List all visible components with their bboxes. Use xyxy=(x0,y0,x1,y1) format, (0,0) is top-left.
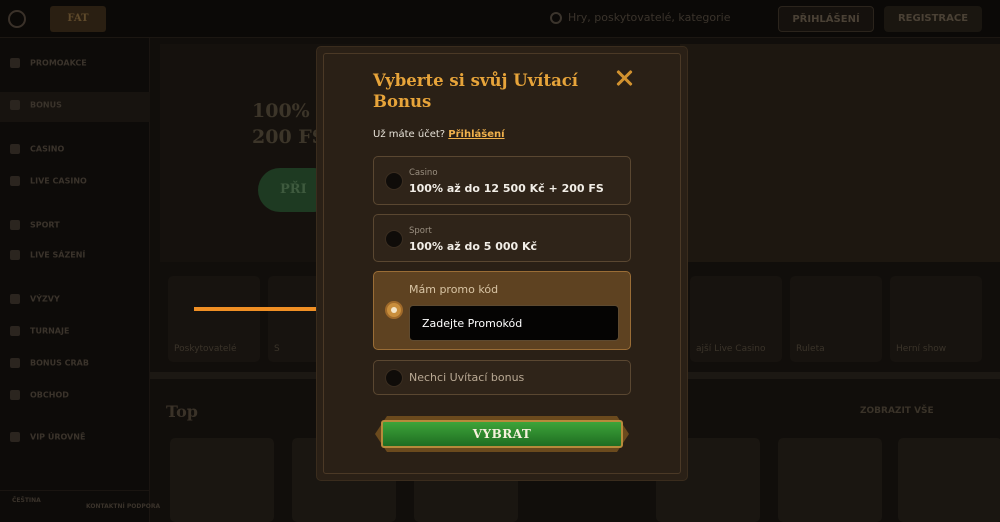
crab-icon xyxy=(10,358,20,368)
submit-button-container: VYBRAT xyxy=(375,416,629,452)
login-label: PŘIHLÁŠENÍ xyxy=(792,14,860,25)
radio-button[interactable] xyxy=(385,230,403,248)
modal-frame xyxy=(323,53,681,474)
sidebar-item-label: VÝZVY xyxy=(30,294,60,304)
category-label: Herní show xyxy=(896,344,947,354)
sidebar-item-live-betting[interactable]: LIVE SÁZENÍ xyxy=(10,250,85,266)
search-icon xyxy=(550,12,562,24)
sidebar-item-label: BONUS xyxy=(30,100,62,110)
sidebar-item-label: VIP ÚROVNĚ xyxy=(30,432,86,442)
contact-support[interactable]: KONTAKTNÍ PODPORA xyxy=(86,503,160,519)
option-category: Sport xyxy=(409,226,432,236)
page: FAT Hry, poskytovatelé, kategorie PŘIHLÁ… xyxy=(0,0,1000,522)
gift-icon xyxy=(10,58,20,68)
logo-text: FAT xyxy=(67,13,89,24)
account-prompt: Už máte účet? Přihlášení xyxy=(373,129,505,140)
option-value: 100% až do 12 500 Kč + 200 FS xyxy=(409,182,604,195)
sidebar-item-label: OBCHOD xyxy=(30,390,69,400)
sidebar-item-challenges[interactable]: VÝZVY xyxy=(10,294,60,310)
category-label: Poskytovatelé xyxy=(174,344,237,354)
site-logo[interactable]: FAT xyxy=(50,6,106,32)
sidebar-item-label: CASINO xyxy=(30,144,65,154)
sidebar-item-label: BONUS CRAB xyxy=(30,358,89,368)
no-bonus-label: Nechci Uvítací bonus xyxy=(409,371,525,384)
account-question: Už máte účet? xyxy=(373,129,446,140)
category-tile[interactable]: Herní show xyxy=(890,276,982,362)
radio-button[interactable] xyxy=(385,369,403,387)
top-section-title: Top xyxy=(166,402,198,421)
register-button[interactable]: REGISTRACE xyxy=(884,6,982,32)
welcome-bonus-modal: Vyberte si svůj Uvítací Bonus Už máte úč… xyxy=(317,47,687,480)
sidebar-footer: ČEŠTINA KONTAKTNÍ PODPORA xyxy=(0,490,160,522)
game-tile[interactable] xyxy=(170,438,274,522)
game-tile[interactable] xyxy=(898,438,1000,522)
see-all-link[interactable]: ZOBRAZIT VŠE xyxy=(860,406,934,416)
promo-code-label: Mám promo kód xyxy=(409,283,499,296)
login-button[interactable]: PŘIHLÁŠENÍ xyxy=(778,6,874,32)
modal-title: Vyberte si svůj Uvítací Bonus xyxy=(373,71,579,111)
bonus-option-promo-code[interactable]: Mám promo kód xyxy=(373,271,631,350)
bonus-option-none[interactable]: Nechci Uvítací bonus xyxy=(373,360,631,395)
option-category: Casino xyxy=(409,168,438,178)
star-icon xyxy=(10,100,20,110)
option-value: 100% až do 5 000 Kč xyxy=(409,240,538,253)
cup-icon xyxy=(10,326,20,336)
top-bar: FAT Hry, poskytovatelé, kategorie PŘIHLÁ… xyxy=(0,0,1000,38)
menu-toggle-icon[interactable] xyxy=(8,10,26,28)
sidebar-item-bonus-crab[interactable]: BONUS CRAB xyxy=(10,358,89,374)
bonus-option-sport[interactable]: Sport 100% až do 5 000 Kč xyxy=(373,214,631,262)
category-label: ajší Live Casino xyxy=(696,344,766,354)
sidebar-item-casino[interactable]: CASINO xyxy=(10,144,64,160)
sidebar-item-vip[interactable]: VIP ÚROVNĚ xyxy=(10,432,85,448)
sidebar-item-promo[interactable]: PROMOAKCE xyxy=(10,58,87,74)
ball-icon xyxy=(10,220,20,230)
category-tile[interactable]: Ruleta xyxy=(790,276,882,362)
language-switch[interactable]: ČEŠTINA xyxy=(12,497,41,513)
radio-button[interactable] xyxy=(385,172,403,190)
select-button[interactable]: VYBRAT xyxy=(381,420,623,448)
shop-icon xyxy=(10,390,20,400)
category-tile[interactable]: Poskytovatelé xyxy=(168,276,260,362)
cherry-icon xyxy=(10,144,20,154)
category-tile[interactable]: ajší Live Casino xyxy=(690,276,782,362)
sidebar: PROMOAKCE BONUS CASINO LIVE CASINO SPORT… xyxy=(0,38,160,522)
search-placeholder: Hry, poskytovatelé, kategorie xyxy=(568,11,731,24)
promo-code-input[interactable] xyxy=(409,305,619,341)
radio-button-selected[interactable] xyxy=(385,301,403,319)
sidebar-item-bonus[interactable]: BONUS xyxy=(10,100,62,116)
hero-cta-label: PŘI xyxy=(280,182,307,197)
sidebar-item-label: SPORT xyxy=(30,220,60,230)
search-bar[interactable]: Hry, poskytovatelé, kategorie xyxy=(550,9,770,29)
hero-artwork xyxy=(680,44,1000,262)
sidebar-item-label: LIVE SÁZENÍ xyxy=(30,250,86,260)
crown-icon xyxy=(10,432,20,442)
category-label: S xyxy=(274,344,280,354)
sidebar-item-label: TURNAJE xyxy=(30,326,70,336)
sidebar-item-label: PROMOAKCE xyxy=(30,58,87,68)
sidebar-item-sport[interactable]: SPORT xyxy=(10,220,60,236)
login-link[interactable]: Přihlášení xyxy=(448,129,504,140)
category-label: Ruleta xyxy=(796,344,825,354)
sidebar-item-label: LIVE CASINO xyxy=(30,176,87,186)
live-icon xyxy=(10,250,20,260)
register-label: REGISTRACE xyxy=(897,13,969,24)
trophy-icon xyxy=(10,294,20,304)
bonus-option-casino[interactable]: Casino 100% až do 12 500 Kč + 200 FS xyxy=(373,156,631,205)
sidebar-item-live-casino[interactable]: LIVE CASINO xyxy=(10,176,87,192)
close-icon[interactable] xyxy=(615,69,633,87)
cards-icon xyxy=(10,176,20,186)
game-tile[interactable] xyxy=(778,438,882,522)
sidebar-item-tournaments[interactable]: TURNAJE xyxy=(10,326,69,342)
sidebar-item-shop[interactable]: OBCHOD xyxy=(10,390,69,406)
